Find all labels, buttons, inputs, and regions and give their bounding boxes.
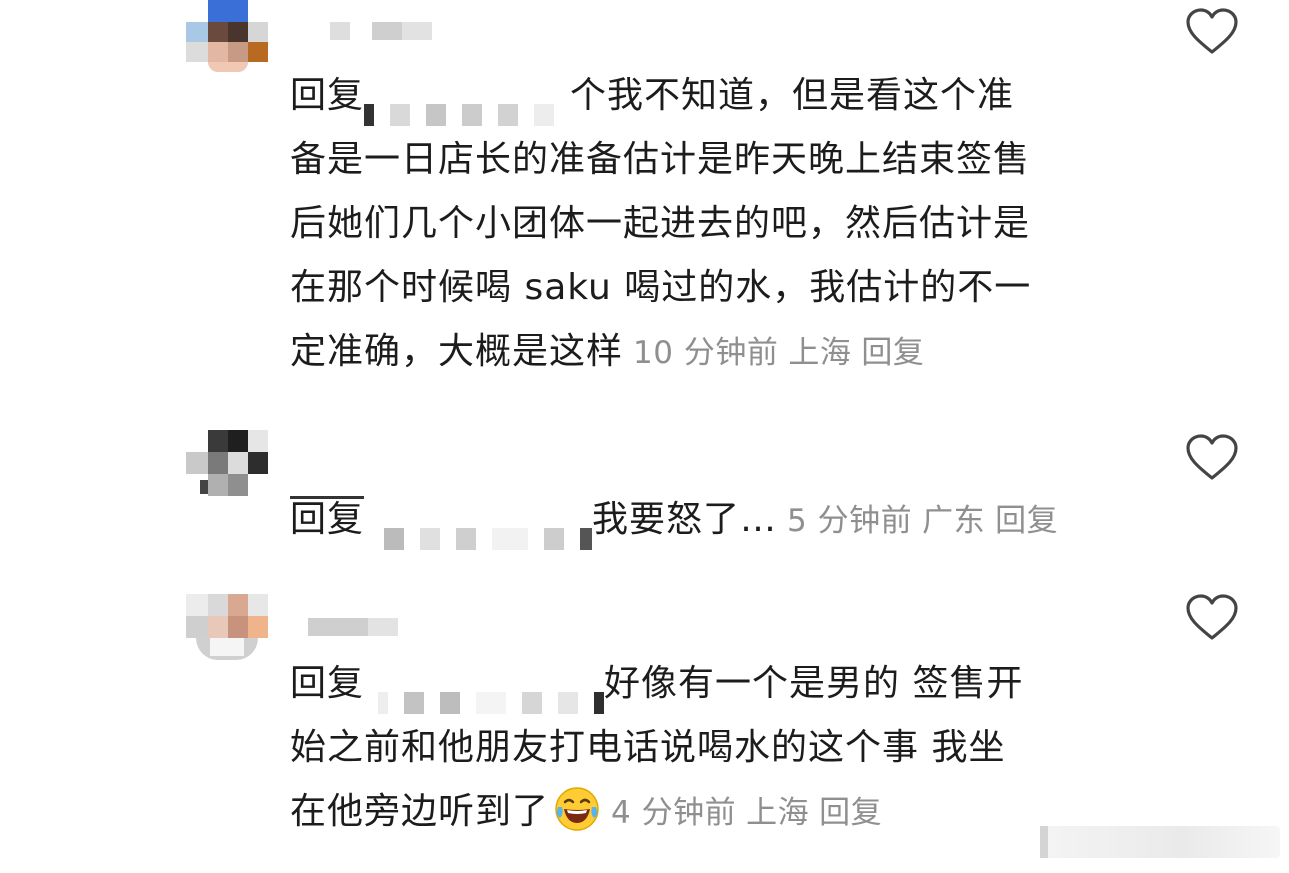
comment-text: 回复 好像有一个是男的 签售开 始之前和他朋友打电话说喝水的这个事 我坐 在他旁边… xyxy=(290,663,1024,832)
comment-meta: 4 分钟前 上海 回复 xyxy=(611,795,892,831)
mention-blurred[interactable] xyxy=(364,83,570,126)
comment-time: 10 分钟前 xyxy=(633,335,779,371)
avatar[interactable] xyxy=(186,430,268,496)
reply-prefix: 回复 xyxy=(290,663,365,704)
reply-prefix: 回复 xyxy=(290,75,365,116)
reply-button[interactable]: 回复 xyxy=(995,503,1058,539)
heart-icon[interactable] xyxy=(1185,434,1239,482)
reply-prefix: 回复 xyxy=(290,496,365,540)
comment-text: 回复 个我不知道，但是看这个准 备是一日店长的准备估计是昨天晚上结束签售 后她们几… xyxy=(290,75,1032,372)
scrollbar-thumb[interactable] xyxy=(1040,826,1048,858)
heart-icon[interactable] xyxy=(1185,8,1239,56)
comment-location: 上海 xyxy=(746,795,810,831)
avatar[interactable] xyxy=(186,594,268,662)
comment-location: 上海 xyxy=(788,335,852,371)
reply-button[interactable]: 回复 xyxy=(819,795,882,831)
username-blurred[interactable] xyxy=(330,22,440,40)
comment-meta: 10 分钟前 上海 回复 xyxy=(633,335,934,371)
comment-location: 广东 xyxy=(922,503,986,539)
reply-button[interactable]: 回复 xyxy=(861,335,924,371)
comment-time: 5 分钟前 xyxy=(787,503,913,539)
comment-meta: 5 分钟前 广东 回复 xyxy=(787,503,1068,539)
mention-blurred[interactable] xyxy=(378,671,605,714)
avatar[interactable] xyxy=(186,0,268,72)
horizontal-scrollbar[interactable] xyxy=(1040,826,1280,858)
comment-text: 回复 我要怒了… 5 分钟前 广东 回复 xyxy=(290,488,1130,553)
mention-blurred[interactable] xyxy=(384,507,593,550)
username-blurred[interactable] xyxy=(308,618,398,636)
comment-time: 4 分钟前 xyxy=(611,795,737,831)
laughing-with-tears-emoji-icon xyxy=(555,787,599,831)
heart-icon[interactable] xyxy=(1185,594,1239,642)
